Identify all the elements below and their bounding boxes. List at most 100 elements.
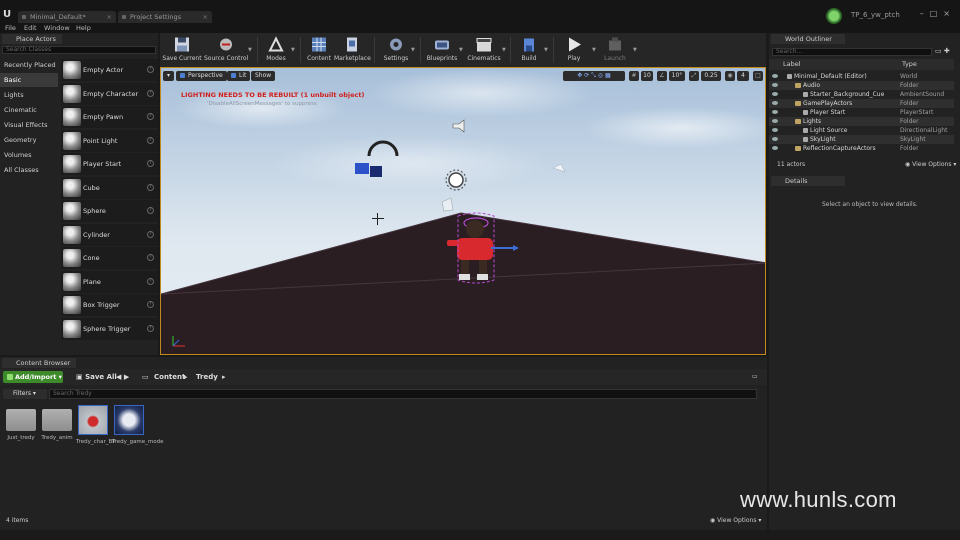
chevron-down-icon[interactable]: ▼ xyxy=(633,47,637,53)
visibility-eye-icon[interactable] xyxy=(772,74,778,78)
category-volumes[interactable]: Volumes xyxy=(0,148,58,162)
tab-content-browser[interactable]: Content Browser xyxy=(2,358,76,368)
asset-tile[interactable]: Just_tredy xyxy=(4,405,38,442)
actor-item[interactable]: Plane? xyxy=(61,270,158,293)
chevron-down-icon[interactable]: ▼ xyxy=(459,47,463,53)
chevron-down-icon[interactable]: ▼ xyxy=(248,47,252,53)
help-icon[interactable]: ? xyxy=(147,324,154,332)
unreal-logo-icon[interactable]: U xyxy=(3,10,13,20)
category-visual-effects[interactable]: Visual Effects xyxy=(0,118,58,132)
ambient-sound-icon[interactable] xyxy=(452,119,465,133)
save-current-button[interactable]: Save Current xyxy=(162,33,202,67)
menu-help[interactable]: Help xyxy=(76,24,91,32)
actor-item[interactable]: Sphere? xyxy=(61,200,158,222)
grid-snap-icon[interactable]: # xyxy=(629,71,639,81)
breadcrumb-tredy[interactable]: Tredy xyxy=(196,371,218,383)
modes-button[interactable]: Modes xyxy=(260,33,292,67)
tab-level[interactable]: Minimal_Default* × xyxy=(18,11,116,23)
chevron-down-icon[interactable]: ▼ xyxy=(291,47,295,53)
scale-snap-icon[interactable]: ⤢ xyxy=(689,71,699,81)
outliner-search-input[interactable]: Search... xyxy=(772,48,932,56)
blueprints-button[interactable]: Blueprints xyxy=(424,33,460,67)
help-icon[interactable]: ? xyxy=(147,254,154,261)
outliner-settings-icon[interactable]: ▭ ✚ xyxy=(935,47,950,55)
asset-tile[interactable]: Tredy_char_BP xyxy=(76,405,116,446)
category-recently-placed[interactable]: Recently Placed xyxy=(0,58,58,72)
help-icon[interactable]: ? xyxy=(147,277,154,285)
content-view-options[interactable]: ◉ View Options ▾ xyxy=(710,517,761,524)
help-icon[interactable]: ? xyxy=(147,136,154,144)
chevron-down-icon[interactable]: ▼ xyxy=(592,47,596,53)
chevron-down-icon[interactable]: ▼ xyxy=(502,47,506,53)
actor-item[interactable]: Cone? xyxy=(61,247,158,269)
launch-button[interactable]: Launch xyxy=(600,33,630,67)
chevron-down-icon[interactable]: ▼ xyxy=(411,47,415,53)
outliner-row[interactable]: ReflectionCaptureActors Folder xyxy=(769,144,954,153)
outliner-row[interactable]: SkyLight SkyLight xyxy=(769,135,954,144)
outliner-row[interactable]: GamePlayActors Folder xyxy=(769,99,954,108)
lock-icon[interactable]: ▭ xyxy=(752,371,758,383)
search-classes-input[interactable]: Search Classes xyxy=(2,46,156,54)
filters-button[interactable]: Filters ▾ xyxy=(3,389,47,399)
actor-item[interactable]: Cylinder? xyxy=(61,223,158,246)
level-viewport[interactable]: ▾ Perspective Lit Show ✥ ⟳ ⤡ ◎ ▦ # 10 ∠ … xyxy=(160,67,766,355)
rotation-snap-icon[interactable]: ∠ xyxy=(657,71,667,81)
outliner-row[interactable]: Lights Folder xyxy=(769,117,954,126)
actor-item[interactable]: Sphere Trigger? xyxy=(61,317,158,340)
window-controls[interactable]: –□× xyxy=(920,9,956,18)
visibility-eye-icon[interactable] xyxy=(772,83,778,87)
tab-place-actors[interactable]: Place Actors xyxy=(2,34,62,44)
help-icon[interactable]: ? xyxy=(147,183,154,191)
camera-speed-icon[interactable]: ◉ xyxy=(725,71,735,81)
directional-light-gizmo[interactable] xyxy=(355,140,399,177)
transform-tools[interactable]: ✥ ⟳ ⤡ ◎ ▦ xyxy=(563,71,625,81)
visibility-eye-icon[interactable] xyxy=(772,137,778,141)
visibility-eye-icon[interactable] xyxy=(772,101,778,105)
col-label[interactable]: Label xyxy=(783,59,801,70)
visibility-eye-icon[interactable] xyxy=(772,110,778,114)
show-button[interactable]: Show xyxy=(251,71,276,81)
actor-item[interactable]: Empty Actor? xyxy=(61,59,158,81)
add-import-button[interactable]: Add/Import ▾ xyxy=(3,371,63,383)
visibility-eye-icon[interactable] xyxy=(772,146,778,150)
skylight-gizmo[interactable] xyxy=(445,169,467,191)
reflection-capture-icon[interactable] xyxy=(552,163,566,173)
outliner-row[interactable]: Minimal_Default (Editor) World xyxy=(769,72,954,81)
grid-snap-value[interactable]: 10 xyxy=(641,71,653,81)
perspective-button[interactable]: Perspective xyxy=(176,71,227,81)
asset-tile[interactable]: Tredy_game_mode xyxy=(112,405,164,446)
actor-item[interactable]: Point Light? xyxy=(61,129,158,152)
actor-item[interactable]: Empty Character? xyxy=(61,82,158,105)
outliner-row[interactable]: Player Start PlayerStart xyxy=(769,108,954,117)
category-basic[interactable]: Basic xyxy=(0,73,58,87)
menu-edit[interactable]: Edit xyxy=(24,24,37,32)
col-type[interactable]: Type xyxy=(902,59,917,70)
category-cinematic[interactable]: Cinematic xyxy=(0,103,58,117)
visibility-eye-icon[interactable] xyxy=(772,119,778,123)
help-icon[interactable]: ? xyxy=(147,207,154,214)
tab-world-outliner[interactable]: World Outliner xyxy=(771,34,845,44)
outliner-view-options[interactable]: ◉ View Options ▾ xyxy=(905,161,956,168)
help-icon[interactable]: ? xyxy=(147,230,154,238)
visibility-eye-icon[interactable] xyxy=(772,128,778,132)
tab-details[interactable]: Details xyxy=(771,176,845,186)
play-button[interactable]: Play xyxy=(560,33,588,67)
content-search-input[interactable]: Search Tredy xyxy=(49,389,757,399)
help-icon[interactable]: ? xyxy=(147,113,154,120)
marketplace-button[interactable]: Marketplace xyxy=(334,33,371,67)
help-icon[interactable]: ? xyxy=(147,89,154,97)
build-button[interactable]: Build xyxy=(514,33,544,67)
category-geometry[interactable]: Geometry xyxy=(0,133,58,147)
help-icon[interactable]: ? xyxy=(147,301,154,308)
visibility-eye-icon[interactable] xyxy=(772,92,778,96)
outliner-row[interactable]: Audio Folder xyxy=(769,81,954,90)
cinematics-button[interactable]: Cinematics xyxy=(466,33,502,67)
close-icon[interactable]: × xyxy=(107,11,112,23)
save-all-button[interactable]: ▣ Save All xyxy=(76,371,117,383)
tab-project-settings[interactable]: Project Settings × xyxy=(118,11,212,23)
actor-item[interactable]: Cube? xyxy=(61,176,158,199)
lit-button[interactable]: Lit xyxy=(227,71,251,81)
help-icon[interactable]: ? xyxy=(147,66,154,73)
actor-item[interactable]: Empty Pawn? xyxy=(61,106,158,128)
outliner-row[interactable]: Light Source DirectionalLight xyxy=(769,126,954,135)
